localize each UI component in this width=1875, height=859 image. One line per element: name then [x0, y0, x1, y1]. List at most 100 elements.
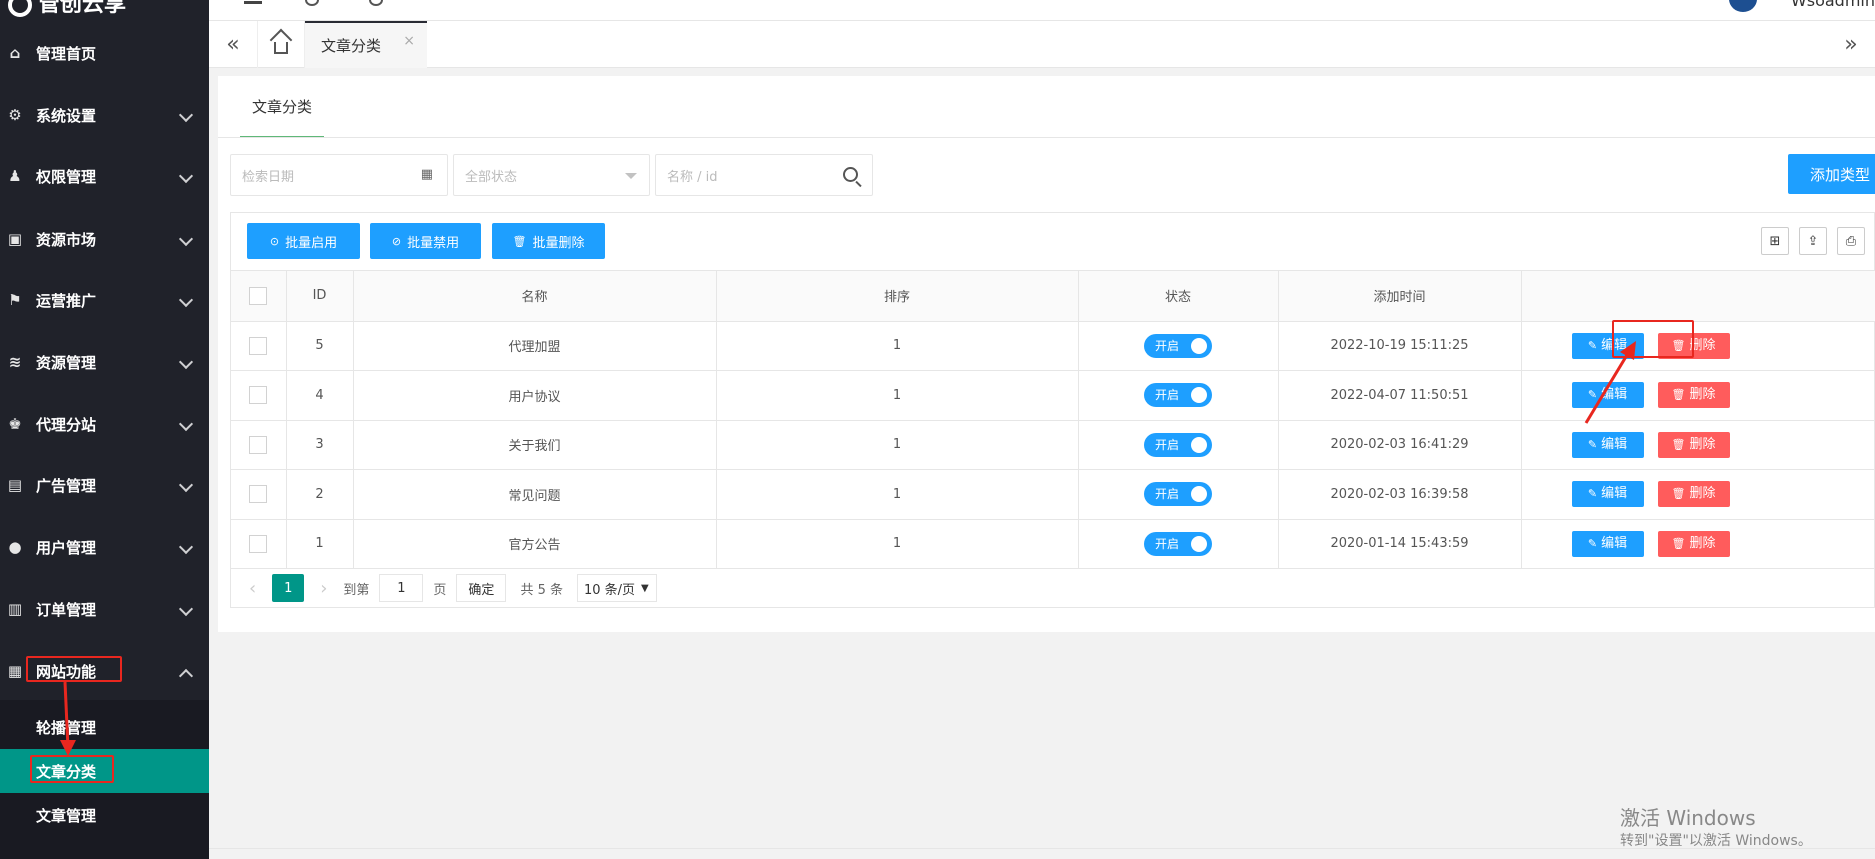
row-checkbox[interactable]	[249, 534, 268, 553]
sidebar-item-home[interactable]: ⌂ 管理首页	[0, 22, 209, 84]
tab-article-category[interactable]: 文章分类 ×	[305, 21, 427, 68]
name-search-input[interactable]: 名称 / id	[655, 154, 873, 196]
cell-sort: 1	[716, 519, 1079, 569]
edit-button[interactable]: ✎ 编辑	[1571, 481, 1644, 508]
page-size-select[interactable]: 10 条/页 ▼	[576, 574, 657, 602]
column-header-status[interactable]: 状态	[1078, 271, 1279, 322]
pagination: ‹ 1 › 到第 1 页 确定 共 5 条 10 条/页 ▼	[231, 568, 1875, 608]
delete-button[interactable]: 🗑 删除	[1657, 382, 1730, 409]
status-select[interactable]: 全部状态	[453, 154, 650, 196]
cell-status: 开启	[1078, 420, 1279, 470]
date-filter-input[interactable]: 检索日期 ▦	[230, 154, 448, 196]
cell-actions: ✎ 编辑 🗑 删除	[1521, 519, 1875, 569]
delete-button[interactable]: 🗑 删除	[1657, 481, 1730, 508]
search-icon[interactable]	[843, 167, 858, 182]
tab-home[interactable]	[257, 21, 305, 68]
column-header-name[interactable]: 名称	[353, 271, 717, 322]
sidebar-item-gear[interactable]: ⚙ 系统设置	[0, 84, 209, 146]
cell-status: 开启	[1078, 469, 1279, 520]
cell-time: 2022-10-19 15:11:25	[1278, 321, 1522, 371]
chevron-down-icon	[178, 539, 194, 555]
sidebar-item-flag[interactable]: ⚑ 运营推广	[0, 269, 209, 331]
row-checkbox[interactable]	[249, 336, 268, 355]
row-checkbox[interactable]	[249, 386, 268, 405]
row-checkbox[interactable]	[249, 435, 268, 454]
column-header-time[interactable]: 添加时间	[1278, 271, 1522, 322]
goto-page-input[interactable]: 1	[379, 574, 424, 602]
row-checkbox[interactable]	[249, 485, 268, 504]
user-icon: ●	[8, 538, 22, 556]
sidebar-item-label: 用户管理	[36, 538, 97, 557]
table-toolbar: ⊙ 批量启用 ⊘ 批量禁用 🗑 批量删除 ⊞ ⇪ ⎙	[231, 213, 1875, 271]
cell-actions: ✎ 编辑 🗑 删除	[1521, 420, 1875, 470]
sidebar-item-label: 订单管理	[36, 600, 97, 619]
grid-icon: ▦	[7, 662, 23, 680]
edit-button[interactable]: ✎ 编辑	[1571, 382, 1644, 409]
chevron-down-icon	[178, 292, 194, 308]
cell-id: 2	[286, 469, 354, 520]
trash-icon: 🗑	[512, 234, 527, 248]
tabs-scroll-left-icon[interactable]: «	[209, 21, 257, 68]
chevron-down-icon	[178, 231, 194, 247]
user-name[interactable]: Wsoadmin	[1791, 0, 1875, 10]
status-toggle[interactable]: 开启	[1144, 531, 1212, 556]
chevron-down-icon	[178, 416, 194, 432]
menu-toggle-icon[interactable]	[244, 0, 262, 4]
status-toggle[interactable]: 开启	[1144, 383, 1212, 408]
cell-id: 5	[286, 321, 354, 371]
edit-button[interactable]: ✎ 编辑	[1571, 530, 1644, 557]
export-icon[interactable]: ⇪	[1799, 227, 1827, 255]
sidebar-item-ad[interactable]: ▤ 广告管理	[0, 454, 209, 516]
annotation-box-article-category	[30, 755, 114, 783]
play-circle-icon: ⊙	[269, 234, 280, 248]
sidebar-item-store[interactable]: ▣ 资源市场	[0, 208, 209, 270]
goto-confirm-button[interactable]: 确定	[456, 574, 507, 602]
toggle-knob	[1191, 387, 1207, 404]
layers-icon: ≋	[8, 353, 22, 371]
select-all-checkbox[interactable]	[249, 286, 268, 305]
refresh-icon[interactable]	[305, 0, 319, 6]
sidebar-subitem-carousel[interactable]: 轮播管理	[0, 705, 209, 749]
column-header-actions	[1521, 271, 1875, 322]
globe-icon[interactable]	[369, 0, 383, 6]
batch-enable-button[interactable]: ⊙ 批量启用	[247, 223, 360, 259]
cell-id: 3	[286, 420, 354, 470]
column-header-id[interactable]: ID	[286, 271, 354, 322]
sidebar-item-layers[interactable]: ≋ 资源管理	[0, 331, 209, 393]
tabs-scroll-right-icon[interactable]: »	[1827, 21, 1875, 68]
table-row: 4 用户协议 1 开启 2022-04-07 11:50:51 ✎ 编辑 🗑 删除	[231, 370, 1875, 421]
page-1-button[interactable]: 1	[272, 574, 305, 602]
status-toggle[interactable]: 开启	[1144, 432, 1212, 457]
home-icon: ⌂	[9, 44, 21, 62]
key-user-icon: ♟	[8, 167, 22, 185]
delete-button[interactable]: 🗑 删除	[1657, 530, 1730, 557]
pencil-icon: ✎	[1587, 487, 1598, 501]
sidebar-item-label: 系统设置	[36, 106, 97, 125]
row-select-cell	[231, 370, 287, 421]
delete-button[interactable]: 🗑 删除	[1657, 431, 1730, 458]
next-page-icon[interactable]: ›	[320, 578, 327, 599]
sidebar-item-key-user[interactable]: ♟ 权限管理	[0, 145, 209, 207]
cell-status: 开启	[1078, 321, 1279, 371]
batch-delete-button[interactable]: 🗑 批量删除	[492, 223, 605, 259]
edit-button[interactable]: ✎ 编辑	[1571, 431, 1644, 458]
logo: 管创云享	[0, 0, 209, 17]
sidebar-item-order[interactable]: ▥ 订单管理	[0, 578, 209, 640]
sidebar-item-user[interactable]: ● 用户管理	[0, 516, 209, 578]
batch-disable-button[interactable]: ⊘ 批量禁用	[370, 223, 481, 259]
sidebar-item-agent[interactable]: ♚ 代理分站	[0, 393, 209, 455]
status-toggle[interactable]: 开启	[1144, 482, 1212, 507]
sidebar-subitem-article-management[interactable]: 文章管理	[0, 793, 209, 837]
tab-close-icon[interactable]: ×	[403, 33, 415, 49]
avatar[interactable]	[1729, 0, 1757, 12]
column-header-sort[interactable]: 排序	[716, 271, 1079, 322]
columns-filter-icon[interactable]: ⊞	[1761, 227, 1789, 255]
calendar-icon: ▦	[420, 167, 433, 182]
status-toggle[interactable]: 开启	[1144, 333, 1212, 358]
add-type-button[interactable]: 添加类型	[1788, 154, 1875, 194]
pencil-icon: ✎	[1587, 437, 1598, 451]
prev-page-icon[interactable]: ‹	[249, 578, 256, 599]
cell-id: 4	[286, 370, 354, 421]
card-tab-title[interactable]: 文章分类	[240, 76, 325, 138]
print-icon[interactable]: ⎙	[1837, 227, 1865, 255]
